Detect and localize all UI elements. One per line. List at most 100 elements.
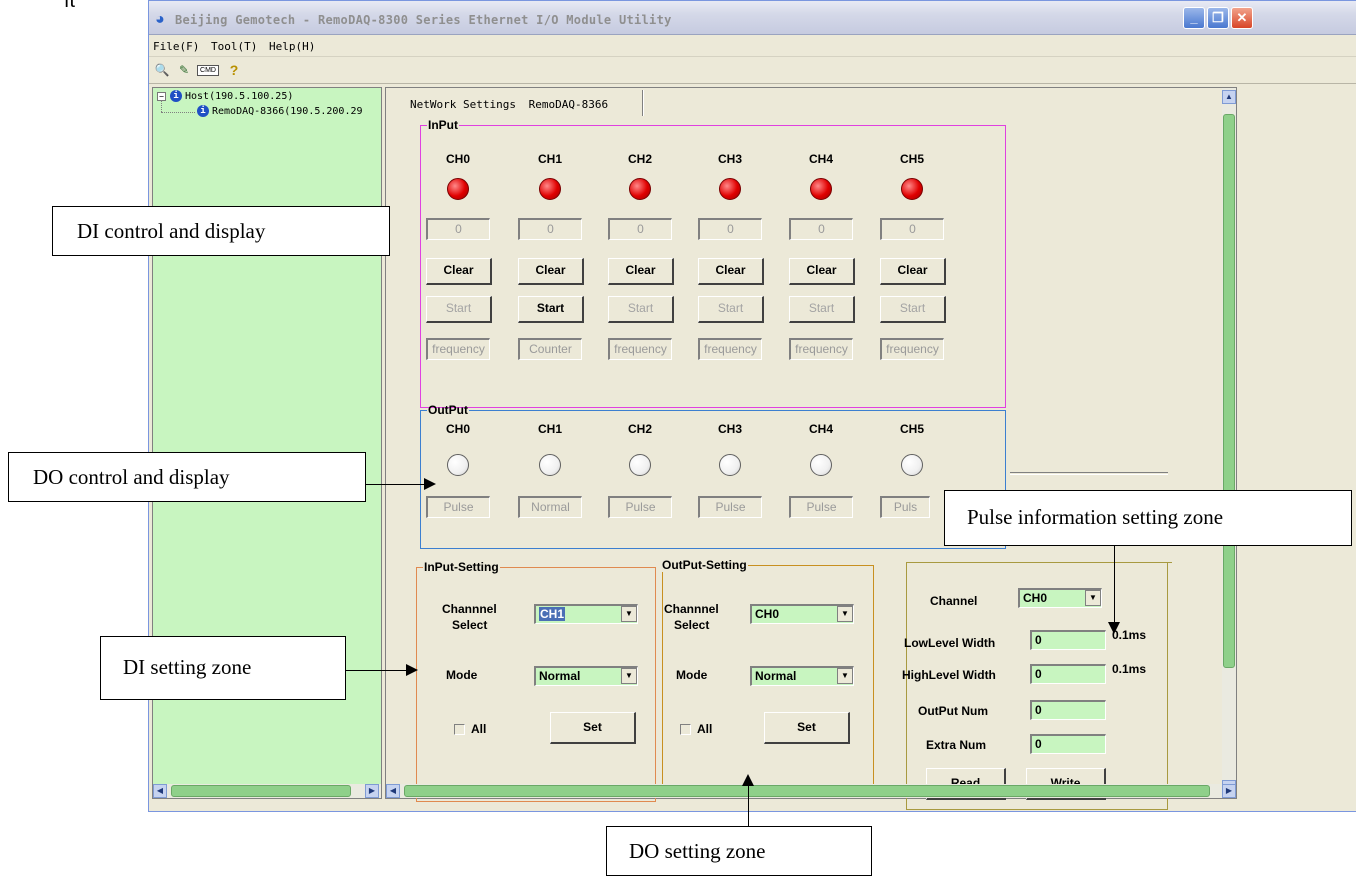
output-num-field[interactable]: 0 <box>1030 700 1106 720</box>
scroll-right-icon[interactable]: ▶ <box>365 784 379 798</box>
tree-horizontal-scrollbar[interactable]: ◀ ▶ <box>153 784 381 798</box>
clear-button[interactable]: Clear <box>518 258 584 285</box>
tree-item-host[interactable]: − i Host(190.5.100.25) <box>157 90 293 102</box>
scroll-left-icon[interactable]: ◀ <box>386 784 400 798</box>
chevron-down-icon[interactable]: ▼ <box>621 606 637 622</box>
output-channel-label: CH4 <box>808 422 833 436</box>
start-button[interactable]: Start <box>698 296 764 323</box>
scroll-right-icon[interactable]: ▶ <box>1222 784 1236 798</box>
input-channel-select[interactable]: CH1 ▼ <box>534 604 638 624</box>
low-width-field[interactable]: 0 <box>1030 630 1106 650</box>
input-count-field[interactable]: 0 <box>426 218 490 240</box>
input-set-button[interactable]: Set <box>550 712 636 744</box>
start-button[interactable]: Start <box>518 296 584 323</box>
chevron-down-icon[interactable]: ▼ <box>1085 590 1101 606</box>
menu-help[interactable]: Help(H) <box>269 40 315 53</box>
minimize-button[interactable]: _ <box>1183 7 1205 29</box>
scroll-thumb[interactable] <box>404 785 1210 797</box>
input-channel-label: CH0 <box>445 152 470 166</box>
input-channel-label-2: Select <box>452 618 488 632</box>
input-count-field[interactable]: 0 <box>880 218 944 240</box>
output-set-button[interactable]: Set <box>764 712 850 744</box>
output-channel-select[interactable]: CH0 ▼ <box>750 604 854 624</box>
info-icon: i <box>197 105 209 117</box>
arrow-do-setting <box>748 784 749 826</box>
arrowhead-icon <box>406 664 418 676</box>
menu-tool[interactable]: Tool(T) <box>211 40 257 53</box>
tab-network-settings[interactable]: NetWork Settings <box>410 98 516 111</box>
chevron-down-icon[interactable]: ▼ <box>621 668 637 684</box>
title-bar: ◕ Beijing Gemotech - RemoDAQ-8300 Series… <box>149 1 1356 35</box>
output-all-checkbox[interactable]: All <box>680 722 712 736</box>
input-count-field[interactable]: 0 <box>789 218 853 240</box>
output-led-icon[interactable] <box>901 454 923 476</box>
clear-button[interactable]: Clear <box>880 258 946 285</box>
pulse-channel-select[interactable]: CH0 ▼ <box>1018 588 1102 608</box>
output-led-icon[interactable] <box>719 454 741 476</box>
clear-button[interactable]: Clear <box>426 258 492 285</box>
menu-file[interactable]: File(F) <box>153 40 199 53</box>
input-group-title: InPut <box>428 118 458 132</box>
maximize-button[interactable]: ❐ <box>1207 7 1229 29</box>
extra-num-field[interactable]: 0 <box>1030 734 1106 754</box>
main-horizontal-scrollbar[interactable]: ◀ <box>386 784 1222 798</box>
scroll-thumb[interactable] <box>1223 114 1235 668</box>
arrow-do-control <box>366 484 426 485</box>
start-button[interactable]: Start <box>880 296 946 323</box>
input-mode-field: Counter <box>518 338 582 360</box>
output-mode-field: Puls <box>880 496 930 518</box>
output-channel-label-2: Select <box>674 618 710 632</box>
help-icon[interactable]: ? <box>225 62 243 78</box>
tab-bar: NetWork Settings RemoDAQ-8366 <box>410 98 614 111</box>
output-led-icon[interactable] <box>447 454 469 476</box>
start-button[interactable]: Start <box>789 296 855 323</box>
output-mode-select[interactable]: Normal ▼ <box>750 666 854 686</box>
clear-button[interactable]: Clear <box>789 258 855 285</box>
window-title: Beijing Gemotech - RemoDAQ-8300 Series E… <box>175 13 672 27</box>
main-vertical-scrollbar[interactable]: ▲ ▼ <box>1222 88 1236 794</box>
input-mode-select[interactable]: Normal ▼ <box>534 666 638 686</box>
close-button[interactable]: ✕ <box>1231 7 1253 29</box>
input-channel-value: CH1 <box>539 607 566 621</box>
output-led-icon[interactable] <box>539 454 561 476</box>
output-mode-field: Pulse <box>426 496 490 518</box>
chevron-down-icon[interactable]: ▼ <box>837 606 853 622</box>
start-button[interactable]: Start <box>426 296 492 323</box>
output-all-label: All <box>697 722 713 736</box>
high-width-field[interactable]: 0 <box>1030 664 1106 684</box>
clear-button[interactable]: Clear <box>698 258 764 285</box>
chevron-down-icon[interactable]: ▼ <box>837 668 853 684</box>
input-mode-field: frequency <box>789 338 853 360</box>
clear-button[interactable]: Clear <box>608 258 674 285</box>
scroll-up-icon[interactable]: ▲ <box>1222 90 1236 104</box>
scroll-left-icon[interactable]: ◀ <box>153 784 167 798</box>
output-channel-label: CH1 <box>537 422 562 436</box>
toolbar: 🔍 ✎ CMD ? <box>149 58 1356 84</box>
output-led-icon[interactable] <box>810 454 832 476</box>
output-led-icon[interactable] <box>629 454 651 476</box>
search-icon[interactable]: 🔍 <box>153 62 171 78</box>
output-mode-field: Pulse <box>698 496 762 518</box>
input-led-icon <box>629 178 651 200</box>
callout-pulse-zone: Pulse information setting zone <box>944 490 1352 546</box>
info-icon: i <box>170 90 182 102</box>
checkbox-icon[interactable] <box>680 724 691 736</box>
tree-item-device[interactable]: i RemoDAQ-8366(190.5.200.29 <box>197 105 363 117</box>
input-count-field[interactable]: 0 <box>608 218 672 240</box>
input-count-field[interactable]: 0 <box>518 218 582 240</box>
input-all-checkbox[interactable]: All <box>454 722 486 736</box>
scroll-thumb[interactable] <box>171 785 351 797</box>
start-button[interactable]: Start <box>608 296 674 323</box>
cmd-icon[interactable]: CMD <box>197 65 219 76</box>
pulse-top-rule <box>906 562 1172 563</box>
input-channel-label: CH2 <box>627 152 652 166</box>
input-led-icon <box>539 178 561 200</box>
tab-remodaq-8366[interactable]: RemoDAQ-8366 <box>529 98 608 111</box>
pencil-icon[interactable]: ✎ <box>175 62 193 78</box>
checkbox-icon[interactable] <box>454 724 465 736</box>
output-mode-field: Pulse <box>608 496 672 518</box>
document-caption-fragment: ft Application <box>64 0 148 12</box>
input-channel-label: CH4 <box>808 152 833 166</box>
input-count-field[interactable]: 0 <box>698 218 762 240</box>
input-channel-label-1: Channnel <box>442 602 497 616</box>
